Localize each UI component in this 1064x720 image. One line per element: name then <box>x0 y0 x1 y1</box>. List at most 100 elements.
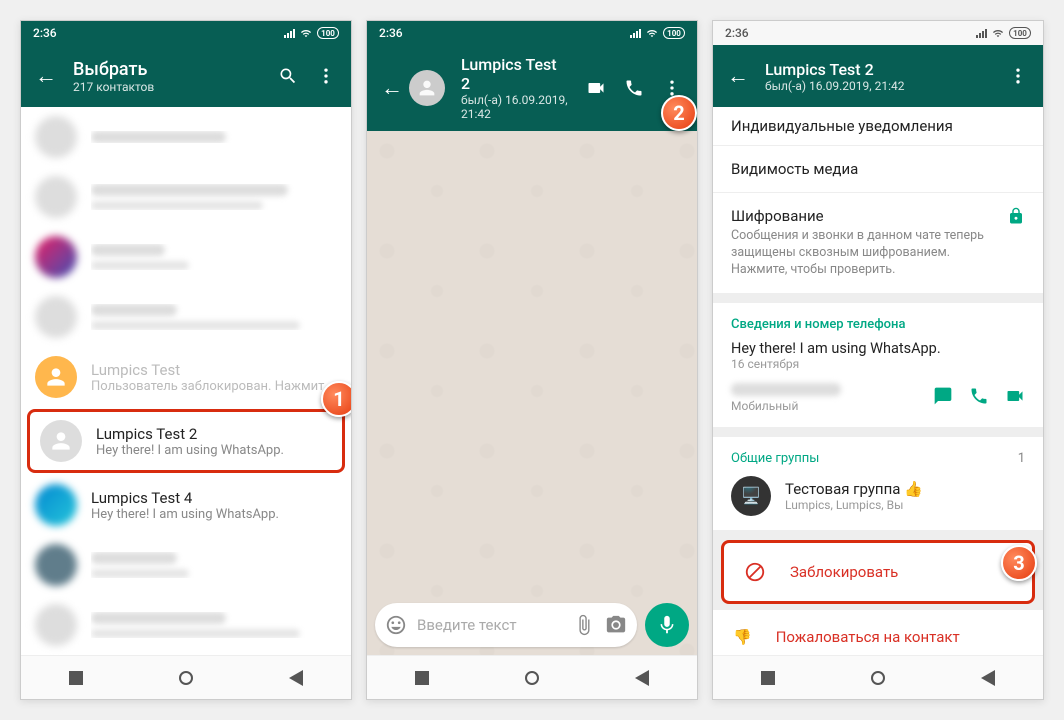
encryption-title: Шифрование <box>731 207 997 225</box>
contacts-list: Lumpics Test Пользователь заблокирован. … <box>21 107 351 655</box>
lock-icon <box>1007 207 1025 225</box>
input-placeholder: Введите текст <box>417 616 563 634</box>
phone-type: Мобильный <box>731 399 917 413</box>
status-bar: 2:36 100 <box>713 21 1043 45</box>
phone-contacts: 2:36 100 ← Выбрать 217 контактов Lumpics <box>20 20 352 700</box>
list-item[interactable] <box>21 595 351 655</box>
status-time: 2:36 <box>725 26 749 40</box>
report-button[interactable]: 👎 Пожаловаться на контакт <box>713 610 1043 655</box>
header-contacts: ← Выбрать 217 контактов <box>21 45 351 107</box>
block-label: Заблокировать <box>790 563 898 581</box>
wifi-icon <box>991 28 1005 39</box>
contact-name: Lumpics Test <box>91 361 337 379</box>
battery-icon: 100 <box>317 27 339 39</box>
android-navbar <box>367 655 697 699</box>
search-icon[interactable] <box>277 66 299 86</box>
groups-count: 1 <box>1018 451 1025 466</box>
more-icon[interactable] <box>1007 66 1029 86</box>
group-members: Lumpics, Lumpics, Вы <box>785 498 923 512</box>
nav-recent-icon[interactable] <box>761 671 775 685</box>
thumbs-down-icon: 👎 <box>733 628 752 646</box>
nav-home-icon[interactable] <box>179 671 193 685</box>
header-chat: ← Lumpics Test 2 был(-а) 16.09.2019, 21:… <box>367 45 697 131</box>
contact-status: Hey there! I am using WhatsApp. <box>91 507 337 522</box>
nav-recent-icon[interactable] <box>69 671 83 685</box>
back-icon[interactable]: ← <box>727 63 749 89</box>
phone-section-title: Сведения и номер телефона <box>731 317 1025 332</box>
back-icon[interactable]: ← <box>381 75 403 101</box>
notifications-row[interactable]: Индивидуальные уведомления <box>713 107 1043 145</box>
nav-back-icon[interactable] <box>289 670 303 686</box>
about-status: Hey there! I am using WhatsApp. <box>731 340 1025 357</box>
wifi-icon <box>299 28 313 39</box>
status-time: 2:36 <box>33 26 57 40</box>
about-date: 16 сентября <box>731 357 1025 371</box>
android-navbar <box>713 655 1043 699</box>
more-icon[interactable] <box>315 66 337 86</box>
group-name: Тестовая группа 👍 <box>785 480 923 498</box>
nav-home-icon[interactable] <box>871 671 885 685</box>
encryption-row[interactable]: Шифрование Сообщения и звонки в данном ч… <box>713 193 1043 293</box>
camera-icon[interactable] <box>605 614 627 636</box>
contact-name: Lumpics Test 4 <box>91 489 337 507</box>
voice-call-icon[interactable] <box>623 78 645 98</box>
nav-back-icon[interactable] <box>635 670 649 686</box>
status-bar: 2:36 100 <box>367 21 697 45</box>
block-button[interactable]: Заблокировать <box>721 540 1035 604</box>
phone-chat: 2:36 100 ← Lumpics Test 2 был(-а) 16.09.… <box>366 20 698 700</box>
back-icon[interactable]: ← <box>35 63 57 89</box>
video-call-icon[interactable] <box>585 78 607 98</box>
block-icon <box>744 561 766 583</box>
list-item[interactable] <box>21 227 351 287</box>
phone-section: Сведения и номер телефона Hey there! I a… <box>713 303 1043 427</box>
status-bar: 2:36 100 <box>21 21 351 45</box>
chat-area: Введите текст <box>367 131 697 655</box>
group-item[interactable]: 🖥️ Тестовая группа 👍 Lumpics, Lumpics, В… <box>731 476 1025 516</box>
mic-button[interactable] <box>645 603 689 647</box>
group-avatar: 🖥️ <box>731 476 771 516</box>
status-time: 2:36 <box>379 26 403 40</box>
nav-home-icon[interactable] <box>525 671 539 685</box>
notifications-label: Индивидуальные уведомления <box>731 117 1025 135</box>
contact-status: Пользователь заблокирован. Нажмите, ч... <box>91 379 337 394</box>
emoji-icon[interactable] <box>385 614 407 636</box>
contact-status: Hey there! I am using WhatsApp. <box>96 443 332 458</box>
attach-icon[interactable] <box>573 614 595 636</box>
groups-title: Общие группы <box>731 451 819 466</box>
chat-title: Lumpics Test 2 <box>461 55 569 93</box>
signal-icon <box>976 29 987 38</box>
step-badge-2: 2 <box>661 95 697 131</box>
report-label: Пожаловаться на контакт <box>776 628 960 646</box>
header-subtitle: 217 контактов <box>73 80 261 94</box>
message-input[interactable]: Введите текст <box>375 603 637 647</box>
battery-icon: 100 <box>1009 27 1031 39</box>
header-title: Выбрать <box>73 59 261 80</box>
media-label: Видимость медиа <box>731 160 1025 178</box>
contact-lumpics-test[interactable]: Lumpics Test Пользователь заблокирован. … <box>21 347 351 407</box>
signal-icon <box>630 29 641 38</box>
signal-icon <box>284 29 295 38</box>
step-badge-1: 1 <box>321 381 352 417</box>
battery-icon: 100 <box>663 27 685 39</box>
media-row[interactable]: Видимость медиа <box>713 146 1043 192</box>
profile-subtitle: был(-а) 16.09.2019, 21:42 <box>765 79 991 93</box>
list-item[interactable] <box>21 107 351 167</box>
nav-back-icon[interactable] <box>981 670 995 686</box>
wifi-icon <box>645 28 659 39</box>
contact-lumpics-test-2[interactable]: Lumpics Test 2 Hey there! I am using Wha… <box>27 409 345 473</box>
contact-name: Lumpics Test 2 <box>96 425 332 443</box>
call-icon[interactable] <box>969 386 989 410</box>
list-item[interactable] <box>21 535 351 595</box>
profile-title: Lumpics Test 2 <box>765 60 991 79</box>
videocall-icon[interactable] <box>1005 386 1025 410</box>
list-item[interactable] <box>21 167 351 227</box>
groups-section: Общие группы 1 🖥️ Тестовая группа 👍 Lump… <box>713 437 1043 530</box>
phone-profile: 2:36 100 ← Lumpics Test 2 был(-а) 16.09.… <box>712 20 1044 700</box>
contact-lumpics-test-4[interactable]: Lumpics Test 4 Hey there! I am using Wha… <box>21 475 351 535</box>
message-icon[interactable] <box>933 386 953 410</box>
header-profile: ← Lumpics Test 2 был(-а) 16.09.2019, 21:… <box>713 45 1043 107</box>
contact-avatar[interactable] <box>409 70 445 106</box>
list-item[interactable] <box>21 287 351 347</box>
step-badge-3: 3 <box>1001 545 1037 581</box>
nav-recent-icon[interactable] <box>415 671 429 685</box>
